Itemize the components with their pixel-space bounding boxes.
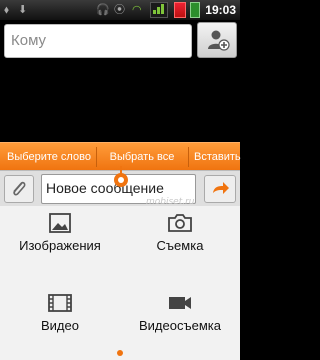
film-icon <box>48 294 72 312</box>
signal-icon <box>150 2 168 18</box>
mic-icon: ⦿ <box>114 3 125 16</box>
attach-capture-label: Съемка <box>156 238 204 253</box>
scroll-indicator <box>117 350 123 356</box>
attach-capture-button[interactable]: Съемка <box>120 206 240 266</box>
attach-images-label: Изображения <box>19 238 101 253</box>
video-camera-icon <box>169 297 191 309</box>
image-icon <box>49 213 71 233</box>
clock: 19:03 <box>205 3 236 17</box>
recipient-row: Кому <box>0 20 240 62</box>
battery-icon <box>190 2 200 18</box>
camera-icon <box>168 214 192 232</box>
attach-video-label: Видео <box>41 318 79 333</box>
attach-images-button[interactable]: Изображения <box>0 206 120 266</box>
cursor-handle-icon[interactable] <box>113 166 129 188</box>
attachment-panel: Изображения Съемка Видео Видеосъемка <box>0 206 240 360</box>
paperclip-icon <box>13 181 26 196</box>
paste-button[interactable]: Вставить <box>190 143 250 171</box>
attach-video-button[interactable]: Видео <box>0 286 120 346</box>
attach-video-capture-label: Видеосъемка <box>139 318 221 333</box>
usb-icon: ⬧ <box>4 3 9 16</box>
battery-alert-icon <box>174 2 186 18</box>
attach-button[interactable] <box>4 175 34 203</box>
divider <box>188 147 189 167</box>
add-contact-icon <box>208 30 230 51</box>
attach-video-capture-button[interactable]: Видеосъемка <box>120 286 240 346</box>
recipient-input[interactable]: Кому <box>4 24 192 58</box>
wifi-icon: ◠ <box>132 3 142 16</box>
divider <box>96 147 97 167</box>
add-contact-button[interactable] <box>197 22 237 58</box>
headphones-icon: 🎧 <box>96 3 110 16</box>
send-arrow-icon <box>213 182 229 194</box>
send-button[interactable] <box>204 175 236 203</box>
status-bar: ⬧ ⬇ 🎧 ⦿ ◠ 19:03 <box>0 0 240 20</box>
select-word-button[interactable]: Выберите слово <box>6 143 92 171</box>
download-icon: ⬇ <box>18 3 28 16</box>
